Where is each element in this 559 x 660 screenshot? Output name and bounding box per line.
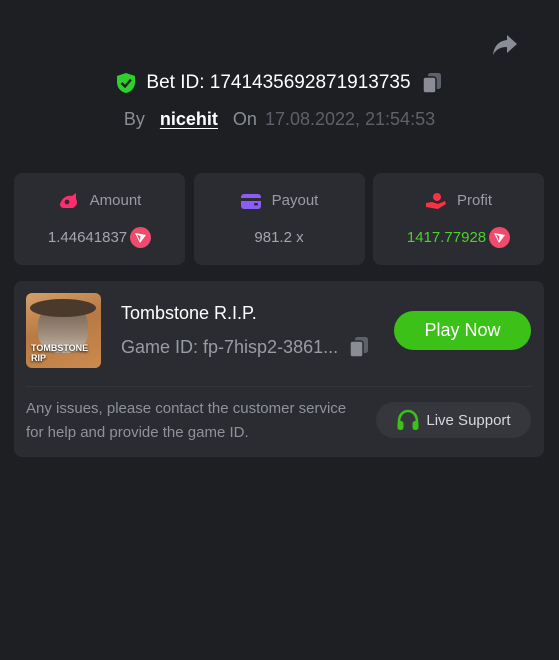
game-card: TOMBSTONE RIP Tombstone R.I.P. Game ID: … <box>14 281 544 457</box>
by-label: By <box>123 108 145 129</box>
headset-icon <box>397 409 419 430</box>
bet-amount-icon <box>59 192 77 208</box>
bet-timestamp: 17.08.2022, 21:54:53 <box>264 108 436 129</box>
amount-value: 1.44641837 <box>47 229 128 246</box>
bet-header: Bet ID: 1741435692871913735 By nicehit O… <box>0 68 559 134</box>
game-thumbnail[interactable]: TOMBSTONE RIP <box>26 293 101 368</box>
username-link[interactable]: nicehit <box>160 109 218 130</box>
shield-check-icon <box>117 73 136 93</box>
game-id: Game ID: fp-7hisp2-3861... <box>121 336 339 357</box>
bet-stats: Amount 1.44641837 Payout 981.2 x Profit … <box>14 173 544 265</box>
bet-id-row: Bet ID: 1741435692871913735 <box>0 68 559 98</box>
bet-id: Bet ID: 1741435692871913735 <box>146 72 411 93</box>
live-support-label: Live Support <box>426 411 511 429</box>
divider <box>26 386 532 387</box>
thumbnail-hat <box>30 299 96 317</box>
on-label: On <box>232 108 257 129</box>
live-support-button[interactable]: Live Support <box>376 402 531 438</box>
play-now-button[interactable]: Play Now <box>394 311 531 350</box>
profit-label: Profit <box>456 192 492 209</box>
wallet-icon <box>240 193 261 209</box>
amount-card: Amount 1.44641837 <box>14 173 185 265</box>
thumbnail-logo-text: TOMBSTONE RIP <box>31 343 89 363</box>
copy-icon[interactable] <box>421 72 443 94</box>
game-name: Tombstone R.I.P. <box>121 303 257 323</box>
share-button[interactable] <box>490 31 520 59</box>
payout-card: Payout 981.2 x <box>193 173 365 265</box>
profit-hand-icon <box>425 192 446 209</box>
trx-coin-icon <box>489 227 511 248</box>
payout-value: 981.2 x <box>254 229 304 246</box>
amount-label: Amount <box>89 192 142 209</box>
trx-coin-icon <box>130 227 152 248</box>
share-icon <box>493 35 517 55</box>
profit-value: 1417.77928 <box>406 229 487 246</box>
payout-label: Payout <box>271 192 319 209</box>
game-id-row: Game ID: fp-7hisp2-3861... <box>121 336 370 358</box>
profit-card: Profit 1417.77928 <box>373 173 544 265</box>
bet-meta-row: By nicehit On 17.08.2022, 21:54:53 <box>0 104 559 134</box>
support-note: Any issues, please contact the customer … <box>26 400 347 441</box>
copy-icon[interactable] <box>348 336 370 358</box>
